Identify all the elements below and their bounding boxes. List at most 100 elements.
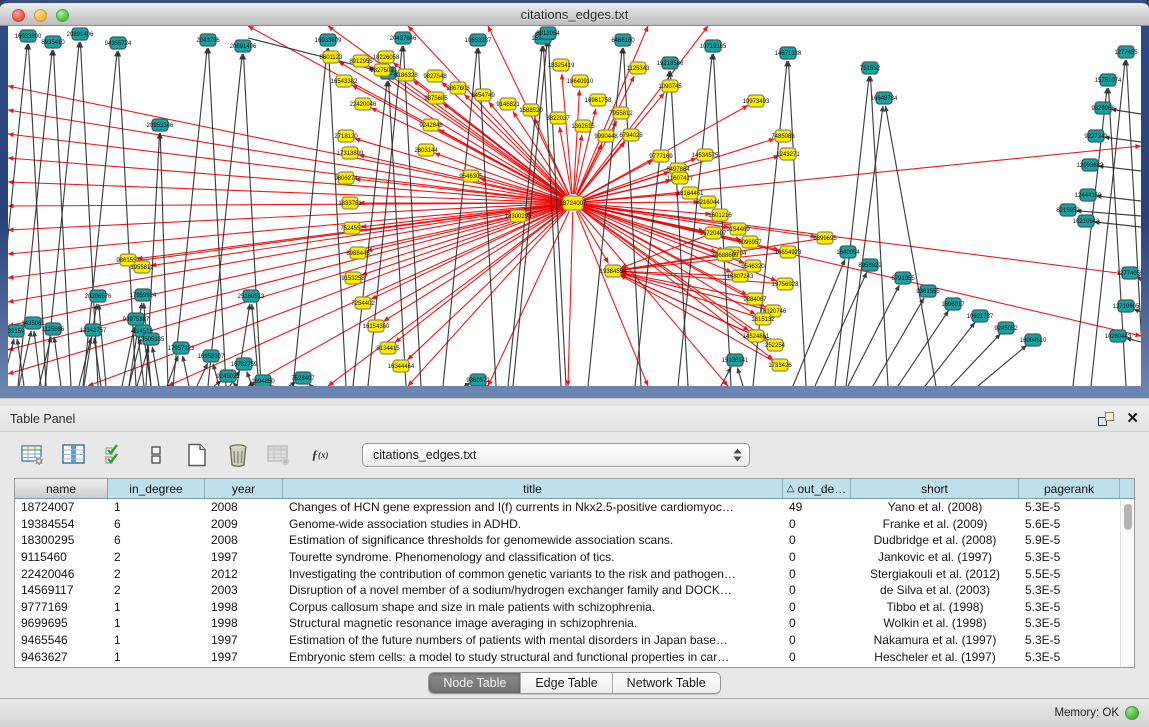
- delete-entries-trash-icon[interactable]: [225, 442, 251, 468]
- network-graph[interactable]: 1603380089354102089140694355724204376620…: [8, 26, 1141, 386]
- cell: Embryonic stem cells: a model to study s…: [283, 648, 783, 665]
- cell: 9115460: [15, 549, 108, 566]
- network-node-label: 15720407: [700, 231, 727, 237]
- table-row[interactable]: 1456911722003Disruption of a novel membe…: [15, 582, 1134, 599]
- network-node-label: 18226058: [373, 55, 400, 61]
- table-vertical-scrollbar[interactable]: [1120, 500, 1134, 667]
- network-edge: [885, 106, 936, 386]
- network-node-label: 12444159: [1075, 193, 1102, 199]
- network-node-label: 9153258: [341, 276, 365, 282]
- network-node-label: 8215953: [1056, 208, 1080, 214]
- cell: 5.3E-5: [1019, 582, 1120, 599]
- network-node-label: 7524552: [340, 226, 364, 232]
- column-header-in_degree[interactable]: in_degree: [108, 479, 205, 498]
- column-header-pagerank[interactable]: pagerank: [1019, 479, 1120, 498]
- network-node-label: 39159: [8, 329, 25, 335]
- table-row[interactable]: 1872400712008Changes of HCN gene express…: [15, 499, 1134, 516]
- network-window: citations_edges.txt 16033800893541020891…: [0, 0, 1149, 398]
- cell: 9463627: [15, 648, 108, 665]
- close-panel-icon[interactable]: ✕: [1126, 411, 1139, 426]
- network-canvas[interactable]: 1603380089354102089140694355724204376620…: [8, 26, 1141, 386]
- table-selector-value: citations_edges.txt: [373, 448, 732, 462]
- network-node-label: 7528407: [291, 376, 315, 382]
- table-selector-dropdown[interactable]: citations_edges.txt: [362, 443, 750, 467]
- table-tabs-bar: Node TableEdge TableNetwork Table: [0, 668, 1149, 698]
- network-node-label: 6791955: [891, 276, 915, 282]
- cell: 1997: [205, 648, 283, 665]
- network-edge: [1098, 166, 1141, 171]
- network-node-label: 1601216: [708, 213, 732, 219]
- network-node-label: 93975887: [123, 317, 150, 323]
- network-node-label: 9146821: [496, 102, 520, 108]
- network-edge: [173, 48, 207, 386]
- table-row[interactable]: 1830029562008Estimation of significance …: [15, 532, 1134, 549]
- network-node-label: 1090745: [658, 84, 682, 90]
- network-edge: [621, 271, 732, 275]
- network-node-label: 10973493: [743, 99, 770, 105]
- network-node-label: 7485083: [771, 134, 795, 140]
- network-node-label: 16154360: [363, 324, 390, 330]
- table-settings-icon[interactable]: [20, 442, 46, 468]
- table-row[interactable]: 2242004622012Investigating the contribut…: [15, 565, 1134, 582]
- cell: Estimation of the future numbers of pati…: [283, 632, 783, 649]
- network-node-label: 16033809: [315, 38, 342, 44]
- panel-divider[interactable]: [0, 398, 1149, 406]
- cell: 5.3E-5: [1019, 632, 1120, 649]
- network-node-label: 8988445: [346, 251, 370, 257]
- network-node-label: 14524861: [743, 334, 770, 340]
- network-node-label: 22420046: [350, 102, 377, 108]
- network-node-label: 9546320: [741, 264, 765, 270]
- network-node-label: 252254: [765, 343, 786, 349]
- cell: Franke et al. (2009): [851, 516, 1019, 533]
- cell: 5.3E-5: [1019, 499, 1120, 516]
- close-window-button[interactable]: [12, 9, 25, 22]
- network-node-label: 1125343: [627, 66, 651, 72]
- column-header-name[interactable]: name: [15, 479, 108, 498]
- float-panel-icon[interactable]: [1098, 412, 1114, 426]
- table-panel-header: Table Panel ✕: [0, 406, 1149, 432]
- network-node-label: 25160513: [238, 294, 265, 300]
- network-window-titlebar[interactable]: citations_edges.txt: [0, 0, 1149, 26]
- network-node-label: 1833761: [338, 201, 362, 207]
- network-node-label: 9245052: [994, 326, 1018, 332]
- table-row[interactable]: 911546021997Tourette syndrome. Phenomeno…: [15, 549, 1134, 566]
- tab-edge-table[interactable]: Edge Table: [521, 673, 612, 693]
- cell: 0: [783, 565, 851, 582]
- select-column-icon[interactable]: [61, 442, 87, 468]
- table-row[interactable]: 977716911998Corpus callosum shape and si…: [15, 599, 1134, 616]
- cell: 2: [108, 549, 205, 566]
- cell: 14569117: [15, 582, 108, 599]
- tab-node-table[interactable]: Node Table: [429, 673, 521, 693]
- network-edge: [152, 347, 159, 386]
- column-header-short[interactable]: short: [851, 479, 1019, 498]
- scrollbar-thumb[interactable]: [1124, 504, 1132, 530]
- network-node-label: 9227343: [1084, 134, 1108, 140]
- cell: 0: [783, 549, 851, 566]
- new-table-icon[interactable]: [184, 442, 210, 468]
- select-rows-check-icon[interactable]: [102, 442, 128, 468]
- cell: 2012: [205, 565, 283, 582]
- column-header-out_de[interactable]: △out_de…: [783, 479, 851, 498]
- cell: 49: [783, 499, 851, 516]
- table-row[interactable]: 946554611997Estimation of the future num…: [15, 632, 1134, 649]
- network-window-frame: 1603380089354102089140694355724204376620…: [0, 26, 1149, 398]
- table-row[interactable]: 1938455462009Genome-wide association stu…: [15, 516, 1134, 533]
- cell: Yano et al. (2008): [851, 499, 1019, 516]
- cell: Dudbridge et al. (2008): [851, 532, 1019, 549]
- network-node-label: 8216044: [696, 200, 720, 206]
- row-height-icon[interactable]: [143, 442, 169, 468]
- cell: 0: [783, 648, 851, 665]
- network-node-label: 9242848: [419, 123, 443, 129]
- minimize-window-button[interactable]: [34, 9, 47, 22]
- network-node-label: 6794028: [619, 133, 643, 139]
- tab-network-table[interactable]: Network Table: [613, 673, 720, 693]
- table-row[interactable]: 946362711997Embryonic stem cells: a mode…: [15, 648, 1134, 665]
- column-header-year[interactable]: year: [205, 479, 283, 498]
- network-node-label: 13164461: [677, 191, 704, 197]
- network-node-label: 12774055: [1117, 271, 1141, 277]
- table-row[interactable]: 969969511998Structural magnetic resonanc…: [15, 615, 1134, 632]
- zoom-window-button[interactable]: [56, 9, 69, 22]
- column-header-title[interactable]: title: [283, 479, 783, 498]
- cell: 2: [108, 582, 205, 599]
- function-builder-fx-icon[interactable]: ƒ(x): [307, 442, 333, 468]
